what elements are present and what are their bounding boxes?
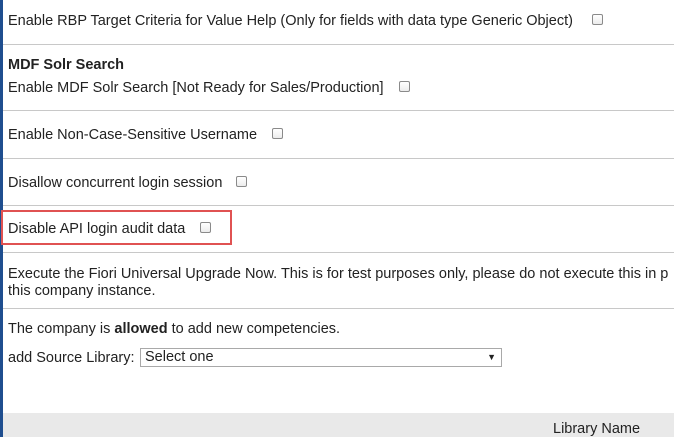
competencies-status-text: The company is allowed to add new compet… [8, 320, 340, 338]
divider [3, 158, 674, 159]
settings-page: Enable RBP Target Criteria for Value Hel… [0, 0, 674, 437]
competencies-prefix: The company is [8, 321, 115, 337]
concurrent-login-label: Disallow concurrent login session [8, 175, 223, 191]
divider [3, 110, 674, 111]
rbp-target-criteria-label: Enable RBP Target Criteria for Value Hel… [8, 13, 573, 29]
source-library-select[interactable]: Select one ▼ [140, 348, 502, 367]
fiori-upgrade-text-continued: this company instance. [8, 283, 156, 299]
divider [3, 205, 674, 206]
source-library-label: add Source Library: [8, 350, 135, 366]
divider [3, 252, 674, 253]
non-case-sensitive-checkbox[interactable] [272, 128, 283, 139]
fiori-upgrade-text: Execute the Fiori Universal Upgrade Now.… [8, 266, 669, 282]
competencies-suffix: to add new competencies. [167, 321, 341, 337]
concurrent-login-checkbox[interactable] [236, 176, 247, 187]
divider [3, 44, 674, 45]
chevron-down-icon: ▼ [487, 352, 496, 362]
non-case-sensitive-label: Enable Non-Case-Sensitive Username [8, 127, 258, 143]
competencies-status: allowed [114, 321, 168, 337]
highlight-box [1, 210, 232, 245]
mdf-solr-label: Enable MDF Solr Search [Not Ready for Sa… [8, 80, 384, 96]
library-name-column-header: Library Name [553, 421, 641, 437]
mdf-solr-checkbox[interactable] [399, 81, 410, 92]
rbp-target-criteria-checkbox[interactable] [592, 14, 603, 25]
source-library-selected-value: Select one [145, 349, 214, 365]
divider [3, 308, 674, 309]
mdf-section-title: MDF Solr Search [8, 57, 125, 73]
